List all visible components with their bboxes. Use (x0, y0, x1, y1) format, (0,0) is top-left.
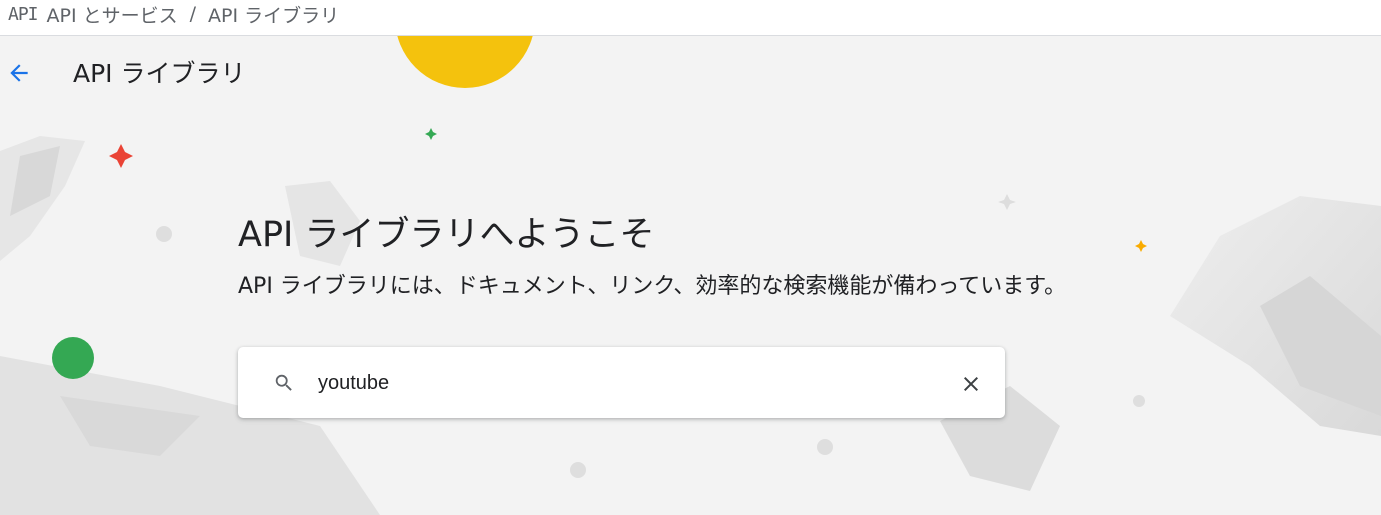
yellow-planet-shape (397, 36, 533, 88)
page-title: API ライブラリ (73, 59, 246, 88)
grey-star-shape (998, 194, 1016, 210)
welcome-subheading: API ライブラリには、ドキュメント、リンク、効率的な検索機能が備わっています。 (238, 274, 1067, 299)
grey-dot (156, 226, 172, 242)
grey-dot (570, 462, 586, 478)
arrow-back-icon (10, 64, 28, 82)
breadcrumb: API API とサービス / API ライブラリ (8, 1, 340, 28)
red-star-shape (109, 144, 133, 168)
grey-dot (1133, 395, 1145, 407)
green-ball-shape (52, 337, 94, 379)
breadcrumb-separator: / (189, 3, 197, 25)
search-icon (275, 374, 292, 391)
close-icon[interactable] (959, 372, 983, 396)
breadcrumb-bar: API API とサービス / API ライブラリ (0, 0, 1381, 36)
back-button[interactable] (4, 58, 34, 88)
breadcrumb-current: API ライブラリ (208, 4, 340, 27)
orange-star-shape (1135, 240, 1147, 252)
search-input[interactable] (318, 367, 918, 399)
grey-dot (817, 439, 833, 455)
breadcrumb-apis-services-link[interactable]: API とサービス (47, 1, 178, 28)
api-logo-icon: API (8, 3, 38, 25)
search-box (238, 347, 1005, 418)
welcome-heading: API ライブラリへようこそ (238, 215, 655, 255)
green-star-shape (425, 128, 437, 140)
hero-banner: API ライブラリ API ライブラリへようこそ API ライブラリには、ドキュ… (0, 36, 1381, 515)
